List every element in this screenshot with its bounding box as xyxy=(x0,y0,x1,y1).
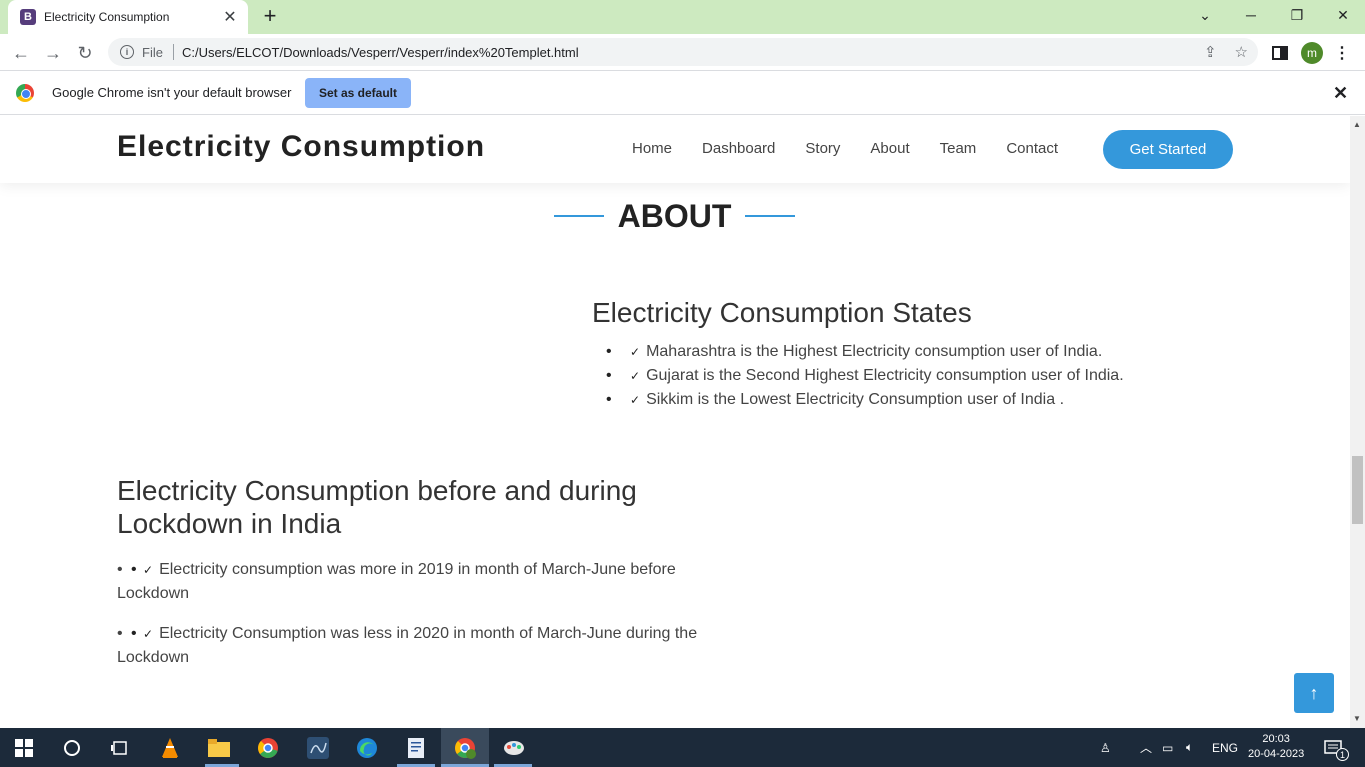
language-indicator[interactable]: ENG xyxy=(1212,728,1238,767)
edge-icon[interactable] xyxy=(355,736,379,760)
bootstrap-favicon-icon: B xyxy=(20,9,36,25)
site-info-icon[interactable]: i xyxy=(120,45,134,59)
new-tab-button[interactable]: + xyxy=(258,5,282,29)
main-nav: Home Dashboard Story About Team Contact xyxy=(632,140,1088,157)
taskbar-clock[interactable]: 20:03 20-04-2023 xyxy=(1248,732,1304,762)
nav-story[interactable]: Story xyxy=(805,140,840,157)
site-logo[interactable]: Electricity Consumption xyxy=(117,130,485,164)
list-item-text: Electricity Consumption was less in 2020… xyxy=(117,625,698,666)
reload-icon[interactable]: ↻ xyxy=(72,40,98,66)
task-view-icon[interactable] xyxy=(108,736,132,760)
close-infobar-icon[interactable]: ✕ xyxy=(1333,83,1348,104)
back-to-top-button[interactable]: ↑ xyxy=(1294,673,1334,713)
chrome-profile-taskbar-icon[interactable] xyxy=(453,736,477,760)
bullet: • xyxy=(117,561,123,578)
people-icon[interactable]: ♙ xyxy=(1100,728,1111,767)
clock-date: 20-04-2023 xyxy=(1248,748,1305,760)
list-item-text: Gujarat is the Second Highest Electricit… xyxy=(646,367,1124,384)
forward-arrow-icon[interactable]: → xyxy=(40,40,66,66)
list-item: • ✓Electricity consumption was more in 20… xyxy=(117,558,742,606)
check-icon: ✓ xyxy=(630,369,641,383)
list-item-text: Maharashtra is the Highest Electricity c… xyxy=(646,343,1103,360)
list-item-text: Electricity consumption was more in 2019… xyxy=(117,561,676,602)
document-app-icon[interactable] xyxy=(404,736,428,760)
share-icon[interactable]: ⇪ xyxy=(1204,43,1217,61)
notification-count-badge: 1 xyxy=(1336,748,1349,761)
battery-icon[interactable]: ▭ xyxy=(1162,728,1173,767)
url-text[interactable]: C:/Users/ELCOT/Downloads/Vesperr/Vesperr… xyxy=(182,45,579,60)
clock-time: 20:03 xyxy=(1262,733,1290,745)
list-item: ✓ Gujarat is the Second Highest Electrici… xyxy=(592,364,1124,388)
nav-contact[interactable]: Contact xyxy=(1006,140,1058,157)
check-icon: ✓ xyxy=(143,627,154,641)
get-started-button[interactable]: Get Started xyxy=(1103,130,1233,169)
browser-tab[interactable]: B Electricity Consumption ✕ xyxy=(8,0,248,34)
url-divider xyxy=(172,44,174,60)
states-list: ✓ Maharashtra is the Highest Electricity … xyxy=(592,340,1124,412)
tab-title: Electricity Consumption xyxy=(44,10,170,24)
check-icon: ✓ xyxy=(630,393,641,407)
paint-app-icon[interactable] xyxy=(502,736,526,760)
states-heading: Electricity Consumption States xyxy=(592,297,972,328)
default-browser-infobar: Google Chrome isn't your default browser… xyxy=(0,71,1365,115)
close-window-button[interactable]: ✕ xyxy=(1320,0,1365,30)
bullet: • xyxy=(117,625,123,642)
nav-about[interactable]: About xyxy=(870,140,909,157)
about-section-title: ABOUT xyxy=(554,198,795,234)
file-explorer-icon[interactable] xyxy=(207,736,231,760)
lockdown-heading: Electricity Consumption before and durin… xyxy=(117,475,637,539)
chrome-logo-icon xyxy=(16,84,34,102)
mysql-workbench-icon[interactable] xyxy=(306,736,330,760)
page-viewport: Electricity Consumption Home Dashboard S… xyxy=(0,116,1350,728)
address-bar[interactable]: i File C:/Users/ELCOT/Downloads/Vesperr/… xyxy=(108,38,1258,66)
nav-team[interactable]: Team xyxy=(940,140,977,157)
about-heading: ABOUT xyxy=(617,197,732,234)
url-scheme: File xyxy=(142,44,163,60)
restore-button[interactable]: ❐ xyxy=(1274,0,1320,30)
title-line-left xyxy=(554,215,604,217)
site-header: Electricity Consumption Home Dashboard S… xyxy=(0,116,1350,183)
windows-taskbar: ♙ ︿ ▭ 🔈︎ ENG 20:03 20-04-2023 1 xyxy=(0,728,1365,767)
infobar-message: Google Chrome isn't your default browser xyxy=(52,85,292,100)
windows-start-icon[interactable] xyxy=(12,736,36,760)
page-scrollbar[interactable]: ▲ ▼ xyxy=(1350,116,1365,728)
scroll-down-arrow-icon[interactable]: ▼ xyxy=(1353,714,1361,723)
vlc-icon[interactable] xyxy=(158,736,182,760)
scroll-up-arrow-icon[interactable]: ▲ xyxy=(1353,120,1361,129)
tray-chevron-icon[interactable]: ︿ xyxy=(1140,728,1152,767)
check-icon: ✓ xyxy=(630,345,641,359)
title-line-right xyxy=(744,215,795,217)
nav-dashboard[interactable]: Dashboard xyxy=(702,140,775,157)
list-item: ✓ Sikkim is the Lowest Electricity Consum… xyxy=(592,388,1124,412)
set-as-default-button[interactable]: Set as default xyxy=(305,78,411,108)
chrome-taskbar-icon[interactable] xyxy=(256,736,280,760)
lockdown-list: •✓Electricity consumption was more in 20… xyxy=(117,558,742,670)
browser-toolbar: ← → ↻ i File C:/Users/ELCOT/Downloads/Ve… xyxy=(0,34,1365,71)
profile-initial: m xyxy=(1301,42,1323,64)
minimize-button[interactable]: ─ xyxy=(1228,0,1274,30)
list-item-text: Sikkim is the Lowest Electricity Consump… xyxy=(646,391,1065,408)
profile-avatar[interactable]: m xyxy=(1300,40,1324,66)
side-panel-icon[interactable] xyxy=(1270,40,1290,66)
bookmark-star-icon[interactable]: ☆ xyxy=(1235,43,1248,61)
volume-icon[interactable]: 🔈︎ xyxy=(1186,728,1193,767)
menu-kebab-icon[interactable]: ⋮ xyxy=(1334,40,1350,66)
scroll-thumb[interactable] xyxy=(1352,456,1363,524)
search-circle-icon[interactable] xyxy=(60,736,84,760)
list-item: • ✓Electricity Consumption was less in 20… xyxy=(117,622,742,670)
back-arrow-icon[interactable]: ← xyxy=(8,40,34,66)
nav-home[interactable]: Home xyxy=(632,140,672,157)
tab-strip: B Electricity Consumption ✕ + ⌄ ─ ❐ ✕ xyxy=(0,0,1365,34)
close-tab-icon[interactable]: ✕ xyxy=(222,7,238,27)
tab-search-chevron-icon[interactable]: ⌄ xyxy=(1182,0,1228,30)
list-item: ✓ Maharashtra is the Highest Electricity … xyxy=(592,340,1124,364)
notification-center-icon[interactable]: 1 xyxy=(1324,728,1349,767)
check-icon: ✓ xyxy=(143,563,154,577)
